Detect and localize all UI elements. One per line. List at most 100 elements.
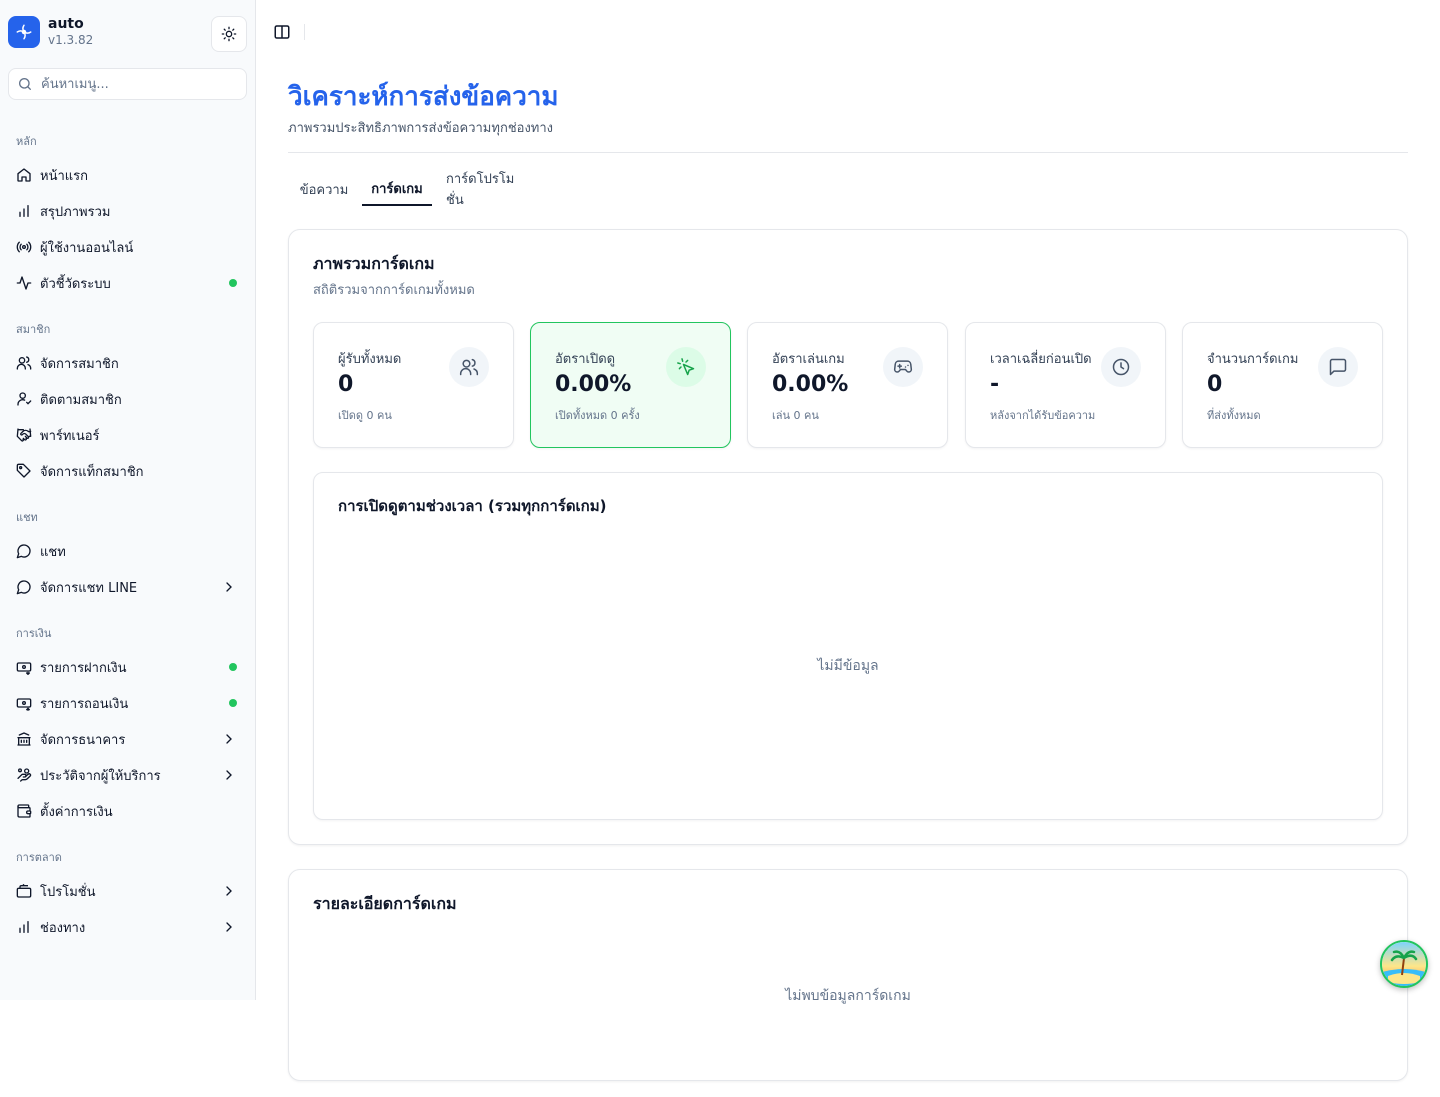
menu-search[interactable] — [8, 68, 247, 100]
stat-value: - — [990, 372, 1000, 397]
sidebar-item-label: จัดการสมาชิก — [40, 356, 119, 372]
stat-card-game-card-count: จำนวนการ์ดเกม 0 ที่ส่งทั้งหมด — [1182, 322, 1383, 448]
stat-label: จำนวนการ์ดเกม — [1207, 352, 1299, 367]
sidebar-toggle-button[interactable] — [272, 22, 292, 42]
sidebar-item-manage-members[interactable]: จัดการสมาชิก — [8, 347, 247, 379]
broadcast-icon — [16, 239, 32, 255]
sidebar-item-finance-settings[interactable]: ตั้งค่าการเงิน — [8, 795, 247, 827]
tab-promotion-cards[interactable]: การ์ดโปรโมชั่น — [440, 172, 534, 208]
title-divider — [288, 152, 1408, 153]
sidebar-item-label: หน้าแรก — [40, 168, 88, 184]
stat-card-play-rate: อัตราเล่นเกม 0.00% เล่น 0 คน — [747, 322, 948, 448]
search-input[interactable] — [41, 76, 231, 92]
gamepad-icon — [883, 347, 923, 387]
sidebar-item-line-chat[interactable]: จัดการแชท LINE — [8, 571, 247, 603]
bank-icon — [16, 731, 32, 747]
sidebar-item-label: สรุปภาพรวม — [40, 204, 111, 220]
handshake-icon — [16, 427, 32, 443]
chevron-right-icon — [226, 734, 232, 744]
page-subtitle: ภาพรวมประสิทธิภาพการส่งข้อความทุกช่องทาง — [288, 121, 554, 136]
sidebar-item-system-metrics[interactable]: ตัวชี้วัดระบบ — [8, 267, 247, 299]
game-card-details: รายละเอียดการ์ดเกม ไม่พบข้อมูลการ์ดเกม — [288, 869, 1408, 1081]
stat-note: ที่ส่งทั้งหมด — [1207, 409, 1261, 422]
group-label-chat: แชท — [16, 511, 38, 524]
chat-icon — [16, 543, 32, 559]
search-icon — [19, 78, 31, 90]
deposit-icon — [16, 659, 32, 675]
activity-icon — [16, 275, 32, 291]
sidebar-item-member-tags[interactable]: จัดการแท็กสมาชิก — [8, 455, 247, 487]
group-label-finance: การเงิน — [16, 627, 52, 640]
sidebar-item-label: พาร์ทเนอร์ — [40, 428, 100, 444]
sidebar-item-home[interactable]: หน้าแรก — [8, 159, 247, 191]
sidebar-item-label: จัดการแชท LINE — [40, 580, 138, 596]
status-dot — [229, 279, 237, 287]
sidebar-item-overview[interactable]: สรุปภาพรวม — [8, 195, 247, 227]
stat-label: เวลาเฉลี่ยก่อนเปิด — [990, 352, 1092, 367]
stat-note: หลังจากได้รับข้อความ — [990, 409, 1096, 422]
promotion-icon — [16, 883, 32, 899]
chevron-right-icon — [226, 770, 232, 780]
sidebar-item-label: ช่องทาง — [40, 920, 86, 936]
beach-island-icon — [1382, 942, 1426, 986]
chevron-right-icon — [226, 886, 232, 896]
stat-note: เล่น 0 คน — [772, 409, 819, 422]
stat-card-avg-time-to-open: เวลาเฉลี่ยก่อนเปิด - หลังจากได้รับข้อควา… — [965, 322, 1166, 448]
sidebar-item-partners[interactable]: พาร์ทเนอร์ — [8, 419, 247, 451]
sidebar-item-channels[interactable]: ช่องทาง — [8, 911, 247, 943]
users-icon — [449, 347, 489, 387]
withdraw-icon — [16, 695, 32, 711]
status-dot — [229, 699, 237, 707]
sidebar-item-chat[interactable]: แชท — [8, 535, 247, 567]
tab-messages[interactable]: ข้อความ — [294, 172, 354, 206]
sidebar-item-banks[interactable]: จัดการธนาคาร — [8, 723, 247, 755]
sidebar-item-track-members[interactable]: ติดตามสมาชิก — [8, 383, 247, 415]
wallet-icon — [16, 803, 32, 819]
brand[interactable]: auto v1.3.82 — [8, 16, 93, 48]
bar-chart-icon — [16, 919, 32, 935]
theme-toggle-button[interactable] — [211, 16, 247, 52]
chart-empty-state: ไม่มีข้อมูล — [817, 658, 879, 674]
sidebar-item-label: จัดการธนาคาร — [40, 732, 126, 748]
stat-value: 0.00% — [772, 372, 849, 397]
bar-chart-icon — [16, 203, 32, 219]
group-label-main: หลัก — [16, 135, 37, 148]
stat-label: อัตราเปิดดู — [555, 352, 616, 367]
stat-note: เปิดดู 0 คน — [338, 409, 392, 422]
floating-assistant-button[interactable] — [1380, 940, 1428, 988]
game-card-overview: ภาพรวมการ์ดเกม สถิติรวมจากการ์ดเกมทั้งหม… — [288, 229, 1408, 845]
section-title: ภาพรวมการ์ดเกม — [313, 254, 435, 273]
users-icon — [16, 355, 32, 371]
chart-title: การเปิดดูตามช่วงเวลา (รวมทุกการ์ดเกม) — [338, 497, 607, 515]
sidebar: auto v1.3.82 หลัก หน้าแรก สรุปภาพรวม ผู้… — [0, 0, 256, 1000]
stat-note: เปิดทั้งหมด 0 ครั้ง — [555, 409, 640, 422]
tab-game-cards[interactable]: การ์ดเกม — [362, 172, 432, 206]
sidebar-item-label: รายการถอนเงิน — [40, 696, 129, 712]
stat-card-total-recipients: ผู้รับทั้งหมด 0 เปิดดู 0 คน — [313, 322, 514, 448]
brand-name: auto — [48, 16, 84, 32]
sidebar-item-withdrawals[interactable]: รายการถอนเงิน — [8, 687, 247, 719]
sidebar-item-label: ผู้ใช้งานออนไลน์ — [40, 240, 134, 256]
brand-version: v1.3.82 — [48, 33, 94, 47]
stat-value: 0 — [1207, 372, 1223, 397]
topbar-divider — [304, 24, 305, 40]
section-title: รายละเอียดการ์ดเกม — [313, 894, 457, 913]
home-icon — [16, 167, 32, 183]
sidebar-item-label: รายการฝากเงิน — [40, 660, 127, 676]
sidebar-item-online-users[interactable]: ผู้ใช้งานออนไลน์ — [8, 231, 247, 263]
sidebar-item-provider-history[interactable]: ประวัติจากผู้ให้บริการ — [8, 759, 247, 791]
message-square-icon — [1318, 347, 1358, 387]
group-label-marketing: การตลาด — [16, 851, 62, 864]
brand-logo-icon — [8, 16, 40, 48]
page-title: วิเคราะห์การส่งข้อความ — [288, 82, 559, 112]
stat-label: ผู้รับทั้งหมด — [338, 352, 402, 367]
tag-icon — [16, 463, 32, 479]
chat-icon — [16, 579, 32, 595]
sun-icon — [221, 26, 237, 42]
sidebar-item-label: ตัวชี้วัดระบบ — [40, 276, 111, 292]
sidebar-item-deposits[interactable]: รายการฝากเงิน — [8, 651, 247, 683]
sidebar-item-promotions[interactable]: โปรโมชั่น — [8, 875, 247, 907]
sidebar-item-label: แชท — [40, 544, 66, 560]
chevron-right-icon — [226, 582, 232, 592]
stat-card-open-rate: อัตราเปิดดู 0.00% เปิดทั้งหมด 0 ครั้ง — [530, 322, 731, 448]
